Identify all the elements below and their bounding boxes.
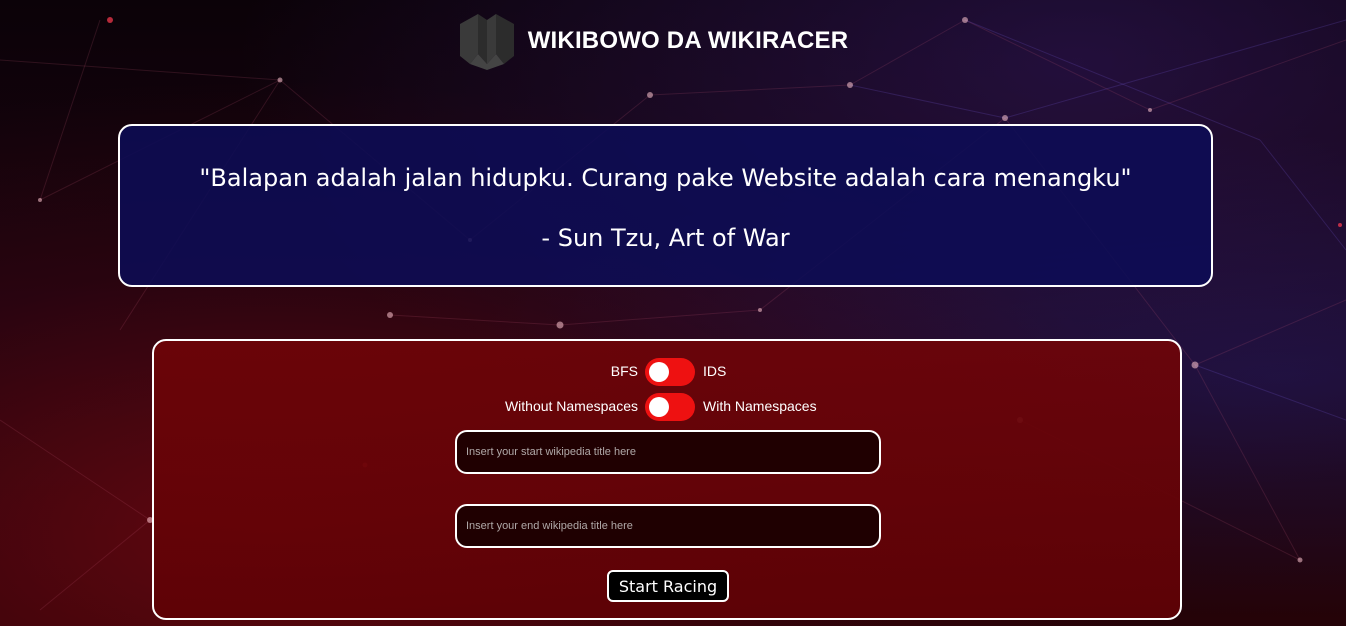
end-title-input[interactable]	[455, 504, 881, 548]
start-racing-button[interactable]: Start Racing	[607, 570, 729, 602]
algorithm-toggle-row: BFS IDS	[154, 358, 1180, 386]
quote-text: "Balapan adalah jalan hidupku. Curang pa…	[199, 164, 1132, 192]
algorithm-toggle-switch[interactable]	[645, 358, 695, 386]
algorithm-ids-label: IDS	[703, 363, 727, 379]
namespace-toggle-row: Without Namespaces With Namespaces	[154, 393, 1180, 421]
quote-author: - Sun Tzu, Art of War	[541, 224, 790, 252]
quote-card: "Balapan adalah jalan hidupku. Curang pa…	[118, 124, 1213, 287]
without-namespaces-label: Without Namespaces	[504, 398, 638, 414]
site-header: WIKIBOWO DA WIKIRACER	[0, 11, 1346, 71]
w-shield-logo-icon	[459, 14, 514, 70]
with-namespaces-label: With Namespaces	[703, 398, 817, 414]
start-title-input[interactable]	[455, 430, 881, 474]
toggle-knob	[649, 397, 669, 417]
algorithm-bfs-label: BFS	[610, 363, 638, 379]
toggle-knob	[649, 362, 669, 382]
namespace-toggle-switch[interactable]	[645, 393, 695, 421]
race-form: BFS IDS Without Namespaces With Namespac…	[152, 339, 1182, 620]
site-title: WIKIBOWO DA WIKIRACER	[527, 27, 849, 54]
